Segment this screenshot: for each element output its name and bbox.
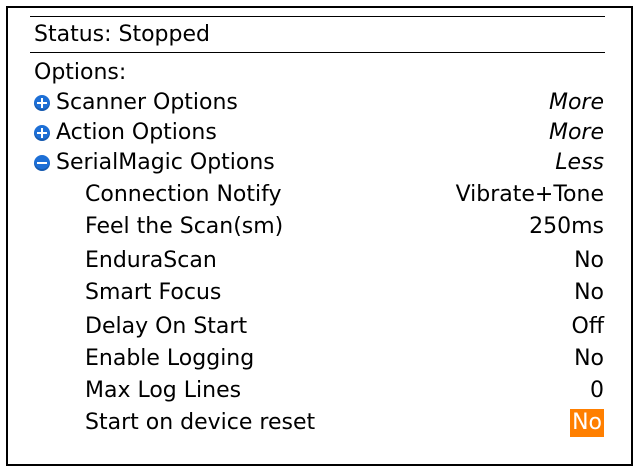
options-heading: Options: [34, 60, 127, 85]
section-label: Action Options [56, 120, 217, 145]
setting-connection-notify[interactable]: Connection Notify Vibrate+Tone [34, 180, 604, 210]
status-divider [30, 52, 605, 53]
setting-value[interactable]: No [574, 278, 604, 308]
setting-feel-the-scan[interactable]: Feel the Scan(sm) 250ms [34, 212, 604, 242]
setting-enable-logging[interactable]: Enable Logging No [34, 344, 604, 374]
section-serialmagic-options[interactable]: SerialMagic Options Less [34, 148, 604, 178]
setting-label: Smart Focus [85, 280, 222, 305]
section-toggle-value: Less [555, 150, 604, 175]
setting-max-log-lines[interactable]: Max Log Lines 0 [34, 376, 604, 406]
minus-circle-icon [34, 155, 50, 171]
setting-value[interactable]: 0 [590, 376, 604, 406]
section-toggle-value: More [548, 90, 604, 115]
setting-value[interactable]: 250ms [529, 212, 604, 242]
top-divider [30, 16, 605, 17]
options-heading-row: Options: [34, 58, 604, 88]
setting-label: EnduraScan [85, 248, 217, 273]
setting-label: Enable Logging [85, 346, 255, 371]
section-label: SerialMagic Options [56, 150, 275, 175]
section-toggle-value: More [548, 120, 604, 145]
setting-label: Delay On Start [85, 314, 248, 339]
setting-label: Connection Notify [85, 182, 282, 207]
setting-value[interactable]: No [574, 246, 604, 276]
setting-endurascan[interactable]: EnduraScan No [34, 246, 604, 276]
section-label: Scanner Options [56, 90, 238, 115]
setting-label: Start on device reset [85, 410, 316, 435]
section-action-options[interactable]: Action Options More [34, 118, 604, 148]
plus-circle-icon [34, 125, 50, 141]
setting-value[interactable]: Off [572, 312, 604, 342]
setting-delay-on-start[interactable]: Delay On Start Off [34, 312, 604, 342]
section-scanner-options[interactable]: Scanner Options More [34, 88, 604, 118]
setting-value-selected[interactable]: No [570, 408, 604, 438]
status-label: Status: Stopped [34, 22, 210, 47]
status-row: Status: Stopped [34, 20, 604, 50]
setting-smart-focus[interactable]: Smart Focus No [34, 278, 604, 308]
selected-value-highlight[interactable]: No [570, 409, 604, 437]
setting-label: Max Log Lines [85, 378, 242, 403]
setting-value[interactable]: Vibrate+Tone [456, 180, 604, 210]
setting-start-on-device-reset[interactable]: Start on device reset No [34, 408, 604, 438]
plus-circle-icon [34, 95, 50, 111]
setting-value[interactable]: No [574, 344, 604, 374]
setting-label: Feel the Scan(sm) [85, 214, 284, 239]
